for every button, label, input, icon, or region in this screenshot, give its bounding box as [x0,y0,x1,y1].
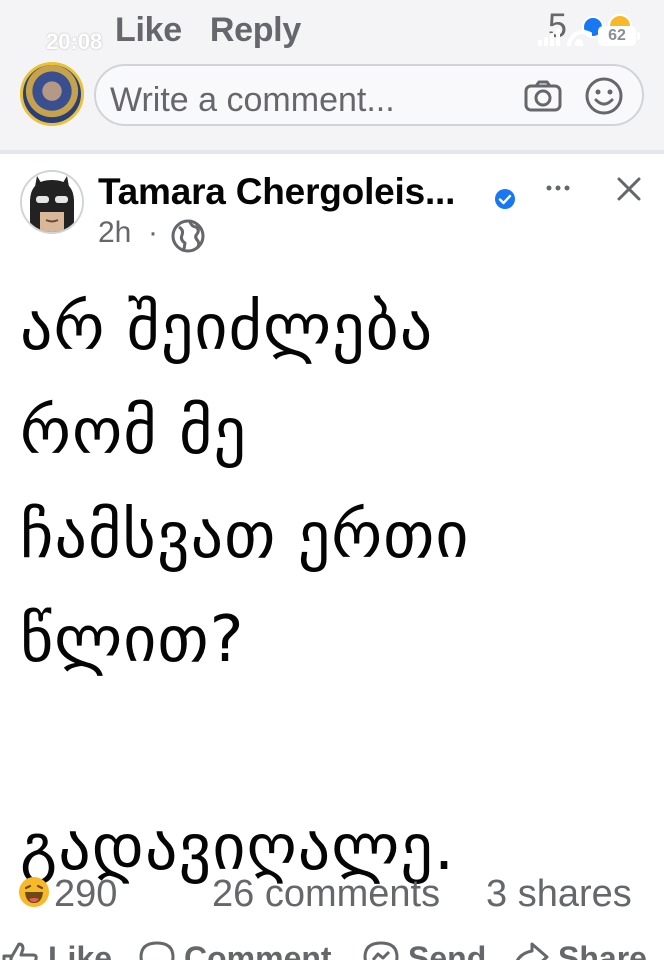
status-time: 20:08 [46,29,103,54]
previous-comment-area: Like Reply 5 20:08 62 Write a comment... [0,0,664,150]
post-timestamp[interactable]: 2h [98,214,131,252]
post-text-blank-line [20,692,650,796]
more-icon[interactable] [544,176,572,200]
like-button[interactable]: Like [0,938,112,960]
battery-indicator: 62 [598,26,640,46]
shares-count[interactable]: 3 shares [486,872,632,916]
wifi-icon [566,28,592,46]
previous-like-link[interactable]: Like [115,10,182,50]
send-icon [363,941,399,960]
post-text-line: ჩამსვათ ერთი [20,499,470,573]
globe-icon [171,219,205,253]
previous-reply-link[interactable]: Reply [210,10,301,50]
send-button-label: Send [408,940,487,960]
send-button[interactable]: Send [362,938,486,960]
status-icons: 62 [538,26,640,46]
batman-avatar-icon [22,172,82,232]
comment-icon [139,941,175,960]
share-icon [515,942,549,960]
reactions-count[interactable]: 290 [54,872,117,916]
author-avatar[interactable] [20,170,84,234]
meta-separator: · [148,216,158,249]
camera-icon[interactable] [524,80,562,112]
share-button-label: Share [558,940,647,960]
like-button-label: Like [48,940,113,960]
comment-placeholder: Write a comment... [110,81,395,119]
post-action-bar: Like Comment Send Share [0,932,664,960]
previous-comment-actions: Like Reply [115,10,301,50]
like-icon [2,942,38,960]
haha-reaction-icon[interactable] [18,876,50,908]
comment-button-label: Comment [184,940,332,960]
comment-input[interactable]: Write a comment... [94,64,644,126]
close-icon[interactable] [614,174,644,204]
post-text-line: წლით? [20,603,245,677]
post-text-line: არ შეიძლება [20,291,434,365]
post-text: არ შეიძლება რომ მე ჩამსვათ ერთი წლით? გა… [20,276,650,900]
signal-icon [538,28,560,46]
user-avatar[interactable] [20,62,84,126]
share-button[interactable]: Share [510,938,647,960]
verified-badge-icon [495,189,515,209]
comment-button[interactable]: Comment [138,938,332,960]
author-name[interactable]: Tamara Chergoleis... [98,170,455,214]
post-divider [0,150,664,154]
post-text-line: რომ მე [20,395,247,469]
comments-count[interactable]: 26 comments [212,872,440,916]
smile-icon[interactable] [584,76,624,116]
